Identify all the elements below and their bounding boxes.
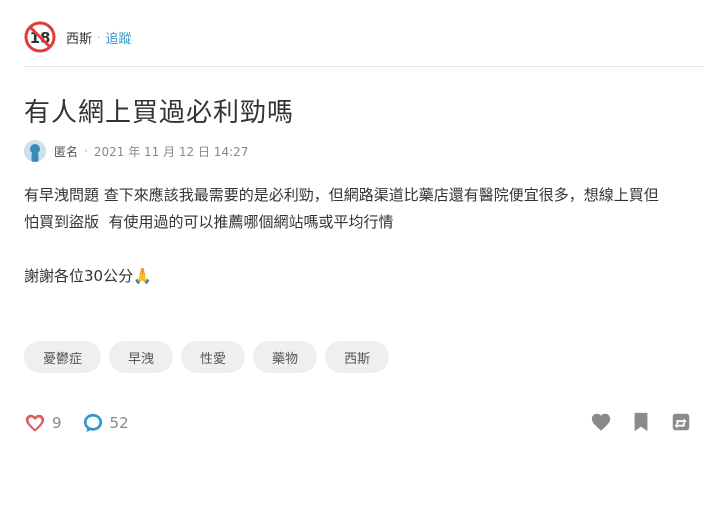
heart-icon[interactable] — [24, 412, 46, 434]
content-line: 怕買到盜版 有使用過的可以推薦哪個網站嗎或平均行情 — [24, 213, 394, 231]
post-title: 有人網上買過必利勁嗎 — [24, 98, 295, 128]
comment-bubble-icon[interactable] — [82, 412, 104, 434]
share-button[interactable] — [670, 411, 692, 433]
tag-depression[interactable]: 憂鬱症 — [24, 341, 102, 373]
content-line: 有早洩問題 查下來應該我最需要的是必利勁，但網路渠道比藥店還有醫院便宜很多，想線… — [24, 186, 659, 204]
forum-header: 18 西斯 · 追蹤 — [24, 20, 132, 54]
header-divider — [24, 66, 704, 67]
heart-icon — [591, 413, 611, 431]
like-heart-button[interactable] — [590, 411, 612, 433]
post-actions — [590, 411, 692, 433]
post-content: 有早洩問題 查下來應該我最需要的是必利勁，但網路渠道比藥店還有醫院便宜很多，想線… — [24, 182, 704, 290]
post-timestamp: 2021 年 11 月 12 日 14:27 — [93, 144, 249, 159]
tag-premature-ejaculation[interactable]: 早洩 — [109, 341, 174, 373]
meta-separator: · — [84, 144, 88, 158]
like-count: 9 — [52, 414, 62, 432]
tag-xisi[interactable]: 西斯 — [325, 341, 390, 373]
bookmark-button[interactable] — [630, 411, 652, 433]
comment-count: 52 — [109, 414, 129, 432]
follow-button[interactable]: 追蹤 — [106, 28, 132, 47]
anonymous-avatar-icon — [24, 140, 46, 162]
header-separator: · — [97, 30, 101, 44]
post-meta: 匿名 · 2021 年 11 月 12 日 14:27 — [24, 140, 248, 162]
post-stats: 9 52 — [24, 411, 149, 435]
author-name[interactable]: 匿名 — [54, 143, 78, 160]
content-line — [24, 236, 704, 263]
content-line: 謝謝各位30公分🙏 — [24, 267, 152, 285]
share-repost-icon — [672, 413, 690, 431]
tag-list: 憂鬱症 早洩 性愛 藥物 西斯 — [24, 341, 390, 373]
forum-name[interactable]: 西斯 — [66, 28, 92, 47]
avatar[interactable] — [24, 140, 46, 162]
bookmark-icon — [634, 412, 648, 432]
tag-sex[interactable]: 性愛 — [181, 341, 246, 373]
tag-medicine[interactable]: 藥物 — [253, 341, 318, 373]
forum-18-badge-icon[interactable]: 18 — [24, 21, 56, 53]
